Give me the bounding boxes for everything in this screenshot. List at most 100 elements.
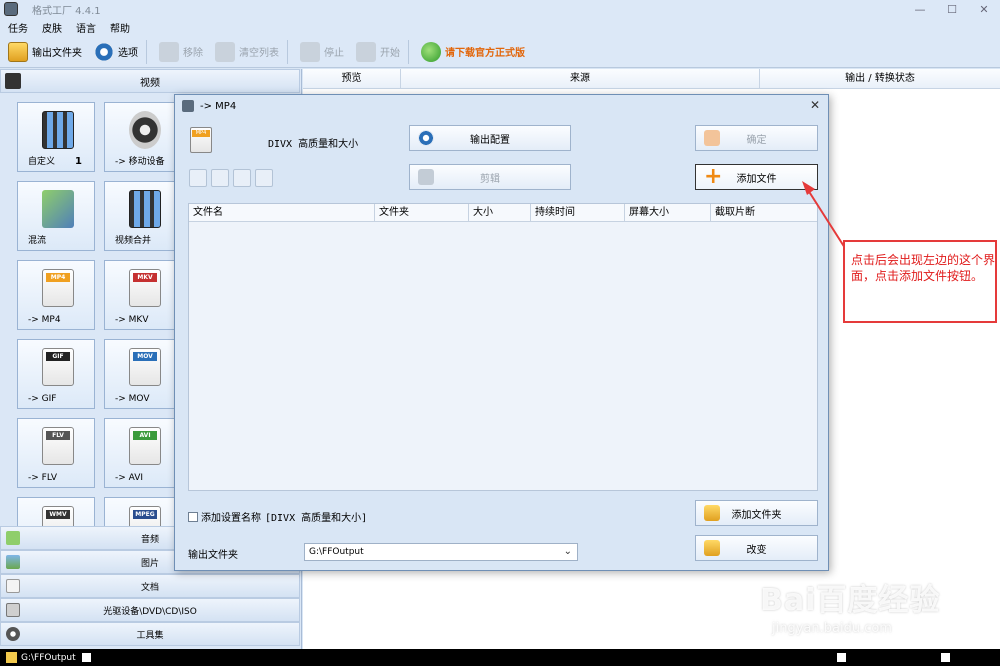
document-category-header[interactable]: 文档	[0, 574, 300, 598]
column-source[interactable]: 来源	[401, 69, 760, 88]
film-icon	[5, 73, 21, 89]
menu-task[interactable]: 任务	[0, 20, 34, 35]
tile-mobile-device[interactable]: -> 移动设备	[104, 102, 182, 172]
maximize-icon[interactable]: ☐	[936, 0, 968, 18]
clear-list-label: 清空列表	[239, 48, 279, 59]
watermark-url: jingyan.baidu.com	[772, 621, 892, 636]
video-category-label: 视频	[140, 77, 160, 89]
toolbar-separator	[146, 39, 147, 64]
custom-video-icon	[42, 111, 74, 149]
tools-icon	[6, 627, 20, 641]
add-folder-button[interactable]: 添加文件夹	[695, 500, 818, 526]
add-setting-name-option[interactable]: 添加设置名称 [DIVX 高质量和大小]	[188, 509, 367, 524]
output-config-button[interactable]: 输出配置	[409, 125, 571, 151]
tile-label: -> 移动设备	[115, 157, 165, 167]
dialog-title: -> MP4	[200, 100, 237, 112]
format-badge: WMV	[46, 510, 70, 519]
tile-to-gif[interactable]: GIF -> GIF	[17, 339, 95, 409]
plus-icon: +	[704, 164, 723, 189]
baidu-watermark: Bai百度经验 jingyan.baidu.com	[760, 575, 990, 645]
clip-label: 剪辑	[480, 173, 500, 185]
menu-language[interactable]: 语言	[68, 20, 102, 35]
task-list-header: 预览 来源 输出 / 转换状态	[303, 69, 1000, 89]
clip-button[interactable]: 剪辑	[409, 164, 571, 190]
menu-help[interactable]: 帮助	[102, 20, 136, 35]
remove-icon	[159, 41, 179, 62]
tools-category-header[interactable]: 工具集	[0, 622, 300, 646]
column-file-name[interactable]: 文件名	[189, 204, 375, 221]
column-duration[interactable]: 持续时间	[531, 204, 625, 221]
menu-skin[interactable]: 皮肤	[34, 20, 68, 35]
mp4-file-icon: MP4	[42, 269, 74, 307]
options-button[interactable]: 选项	[90, 38, 142, 66]
status-checkbox[interactable]	[81, 653, 91, 662]
close-icon[interactable]: ✕	[810, 98, 820, 112]
remove-label: 移除	[183, 48, 203, 59]
tile-video-join[interactable]: 视频合并	[104, 181, 182, 251]
tile-to-mov[interactable]: MOV -> MOV	[104, 339, 182, 409]
output-folder-label: 输出文件夹	[188, 550, 238, 561]
ok-button[interactable]: 确定	[695, 125, 818, 151]
column-size[interactable]: 大小	[469, 204, 531, 221]
mkv-file-icon: MKV	[129, 269, 161, 307]
column-screen-size[interactable]: 屏幕大小	[625, 204, 711, 221]
format-badge: MKV	[133, 273, 157, 282]
clip-icon	[418, 169, 434, 185]
output-folder-value: G:\FFOutput	[309, 547, 364, 557]
column-output-status[interactable]: 输出 / 转换状态	[760, 69, 1000, 88]
download-official-button[interactable]: 请下载官方正式版	[417, 38, 529, 66]
stop-label: 停止	[324, 48, 344, 59]
tile-label: -> FLV	[28, 473, 58, 483]
format-badge: GIF	[46, 352, 70, 361]
document-icon	[6, 579, 20, 593]
start-button[interactable]: 开始	[352, 38, 404, 66]
output-config-label: 输出配置	[470, 134, 510, 146]
video-category-header[interactable]: 视频	[0, 69, 300, 93]
convert-dialog: -> MP4 ✕ MP4 DIVX 高质量和大小 输出配置 确定 剪辑 + 添加…	[174, 94, 829, 571]
tile-label: -> AVI	[115, 473, 144, 483]
mux-icon	[42, 190, 74, 228]
column-preview[interactable]: 预览	[303, 69, 401, 88]
tile-to-mpeg[interactable]: MPEG	[104, 497, 182, 526]
tile-to-mp4[interactable]: MP4 -> MP4	[17, 260, 95, 330]
format-badge: FLV	[46, 431, 70, 440]
status-bar: G:\FFOutput	[0, 649, 1000, 666]
tile-label: 自定义	[28, 157, 56, 167]
change-button[interactable]: 改变	[695, 535, 818, 561]
add-file-button[interactable]: + 添加文件	[695, 164, 818, 190]
tile-to-wmv[interactable]: WMV	[17, 497, 95, 526]
mp4-file-icon: MP4	[190, 127, 212, 153]
tools-category-label: 工具集	[136, 630, 164, 641]
menu-bar: 任务 皮肤 语言 帮助	[0, 18, 1000, 36]
clear-list-button[interactable]: 清空列表	[211, 38, 283, 66]
column-folder[interactable]: 文件夹	[375, 204, 469, 221]
close-icon[interactable]: ✕	[968, 0, 1000, 18]
status-checkbox[interactable]	[837, 653, 846, 662]
app-icon	[4, 2, 18, 16]
column-clip-segment[interactable]: 截取片断	[711, 204, 817, 221]
wmv-file-icon: WMV	[42, 506, 74, 526]
preset-label: DIVX 高质量和大小	[268, 139, 359, 150]
tile-custom[interactable]: 自定义 1	[17, 102, 95, 172]
output-folder-select[interactable]: G:\FFOutput ⌄	[304, 543, 578, 561]
tile-to-flv[interactable]: FLV -> FLV	[17, 418, 95, 488]
output-folder-button[interactable]: 输出文件夹	[4, 38, 86, 66]
remove-file-icon[interactable]	[189, 169, 207, 187]
folder-icon	[6, 652, 17, 663]
minimize-icon[interactable]: —	[904, 0, 936, 18]
music-note-icon	[6, 531, 20, 545]
tile-to-mkv[interactable]: MKV -> MKV	[104, 260, 182, 330]
tile-mux[interactable]: 混流	[17, 181, 95, 251]
stop-button[interactable]: 停止	[296, 38, 348, 66]
status-checkbox[interactable]	[941, 653, 950, 662]
add-setting-name-checkbox[interactable]	[188, 511, 198, 522]
clear-files-icon[interactable]	[211, 169, 229, 187]
preview-icon[interactable]	[255, 169, 273, 187]
remove-button[interactable]: 移除	[155, 38, 207, 66]
tile-to-avi[interactable]: AVI -> AVI	[104, 418, 182, 488]
gear-icon	[94, 41, 114, 62]
play-icon[interactable]	[233, 169, 251, 187]
avi-file-icon: AVI	[129, 427, 161, 465]
toolbar: 输出文件夹 选项 移除 清空列表 停止 开始 请下载官方正式版	[0, 36, 1000, 68]
disc-category-header[interactable]: 光驱设备\DVD\CD\ISO	[0, 598, 300, 622]
